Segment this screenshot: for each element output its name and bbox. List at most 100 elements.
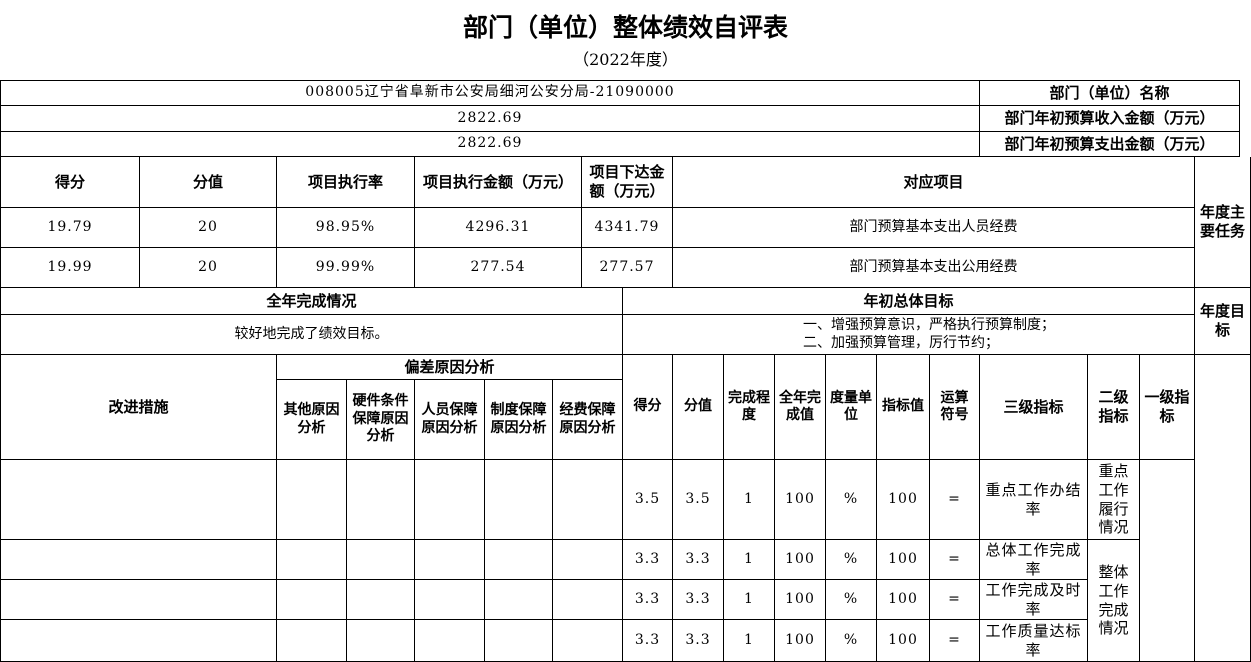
hardware-cell [347,620,415,662]
other-cell [277,540,347,580]
header-level3: 三级指标 [980,355,1088,460]
task-executed: 4296.31 [415,208,582,248]
header-deviation-group: 偏差原因分析 [277,355,623,380]
initial-target-line: 一、增强预算意识，严格执行预算制度； [803,317,1055,333]
actual-cell: 100 [775,540,826,580]
system-cell [485,620,553,662]
actual-cell: 100 [775,620,826,662]
header-funding: 经费保障原因分析 [553,380,623,460]
score-value-cell: 3.3 [673,580,724,620]
task-allocated: 4341.79 [582,208,673,248]
degree-cell: 1 [724,620,775,662]
completion-content: 较好地完成了绩效目标。 [0,315,623,355]
target-value-cell: 100 [877,620,930,662]
personnel-cell [415,460,485,540]
improvement-cell [0,540,277,580]
header-degree: 完成程度 [724,355,775,460]
task-project: 部门预算基本支出公用经费 [673,248,1195,288]
system-cell [485,460,553,540]
score-cell: 3.3 [623,580,673,620]
target-value-cell: 100 [877,580,930,620]
personnel-cell [415,580,485,620]
task-executed: 277.54 [415,248,582,288]
evaluation-sheet: 部门（单位）整体绩效自评表 （2022年度） 008005辽宁省阜新市公安局细河… [0,0,1251,662]
page-title: 部门（单位）整体绩效自评表 [462,13,788,42]
hardware-cell [347,460,415,540]
operator-cell: = [930,460,980,540]
score-cell: 3.3 [623,540,673,580]
score-value-cell: 3.3 [673,620,724,662]
level3-cell: 重点工作办结率 [980,460,1088,540]
initial-target-content: 一、增强预算意识，严格执行预算制度； 二、加强预算管理，厉行节约； [623,315,1195,355]
operator-cell: = [930,620,980,662]
actual-cell: 100 [775,580,826,620]
hardware-cell [347,540,415,580]
header-operator: 运算符号 [930,355,980,460]
tasks-header-score-value: 分值 [140,157,277,208]
header-actual: 全年完成值 [775,355,826,460]
operator-cell: = [930,540,980,580]
expense-value: 2822.69 [0,132,980,157]
unit-cell: % [826,540,877,580]
tasks-section-label: 年度主要任务 [1195,157,1251,288]
header-score-value: 分值 [673,355,724,460]
score-value-cell: 3.5 [673,460,724,540]
other-cell [277,620,347,662]
income-label: 部门年初预算收入金额（万元） [980,106,1240,132]
initial-target-line: 二、加强预算管理，厉行节约； [803,334,999,351]
page-subtitle: （2022年度） [573,50,678,69]
task-score: 19.79 [0,208,140,248]
score-cell: 3.3 [623,620,673,662]
improvement-cell [0,460,277,540]
level2-cell: 重点工作履行情况 [1088,460,1140,540]
header-hardware: 硬件条件保障原因分析 [347,380,415,460]
header-other: 其他原因分析 [277,380,347,460]
level3-cell: 工作完成及时率 [980,580,1088,620]
other-cell [277,460,347,540]
indicators-section-label [1195,355,1251,662]
task-rate: 98.95% [277,208,415,248]
tasks-header-rate: 项目执行率 [277,157,415,208]
task-score-value: 20 [140,208,277,248]
income-value: 2822.69 [0,106,980,132]
personnel-cell [415,540,485,580]
tasks-header-project: 对应项目 [673,157,1195,208]
header-score: 得分 [623,355,673,460]
unit-cell: % [826,620,877,662]
score-cell: 3.5 [623,460,673,540]
score-value-cell: 3.3 [673,540,724,580]
hardware-cell [347,580,415,620]
header-level1: 一级指标 [1140,355,1195,460]
personnel-cell [415,620,485,662]
unit-cell: % [826,580,877,620]
target-value-cell: 100 [877,540,930,580]
system-cell [485,580,553,620]
tasks-header-allocated: 项目下达金额（万元） [582,157,673,208]
targets-section-label: 年度目标 [1195,288,1251,355]
header-target-value: 指标值 [877,355,930,460]
header-system: 制度保障原因分析 [485,380,553,460]
completion-header: 全年完成情况 [0,288,623,315]
operator-cell: = [930,580,980,620]
level2-cell: 整体工作完成情况 [1088,540,1140,662]
improvement-cell [0,580,277,620]
task-score-value: 20 [140,248,277,288]
level1-cell [1140,460,1195,662]
other-cell [277,580,347,620]
degree-cell: 1 [724,580,775,620]
header-personnel: 人员保障原因分析 [415,380,485,460]
actual-cell: 100 [775,460,826,540]
expense-label: 部门年初预算支出金额（万元） [980,132,1240,157]
header-improvement: 改进措施 [0,355,277,460]
tasks-header-executed: 项目执行金额（万元） [415,157,582,208]
improvement-cell [0,620,277,662]
degree-cell: 1 [724,540,775,580]
task-project: 部门预算基本支出人员经费 [673,208,1195,248]
task-allocated: 277.57 [582,248,673,288]
task-score: 19.99 [0,248,140,288]
funding-cell [553,460,623,540]
funding-cell [553,540,623,580]
header-unit: 度量单位 [826,355,877,460]
system-cell [485,540,553,580]
target-value-cell: 100 [877,460,930,540]
